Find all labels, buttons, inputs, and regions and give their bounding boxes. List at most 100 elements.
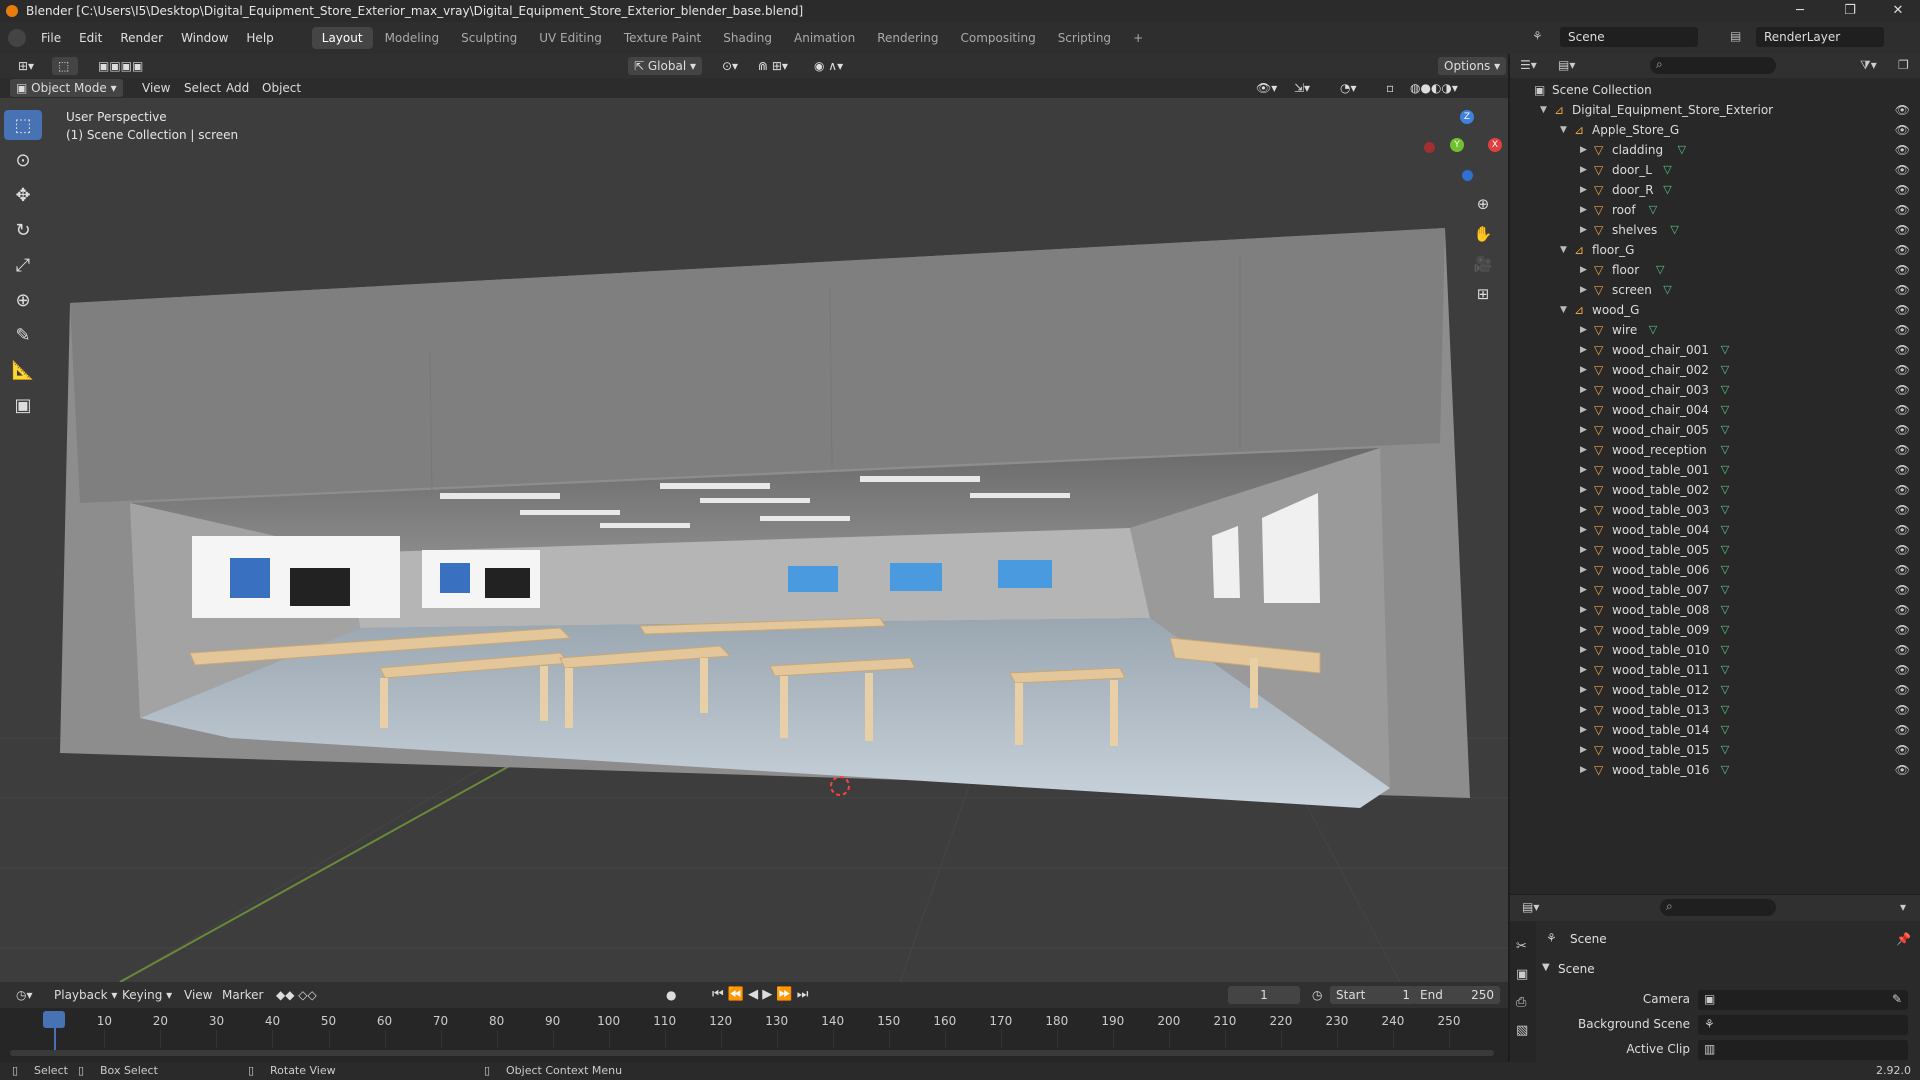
outliner-object-row[interactable]: ▶ ▽ wood_table_016 ▽ 👁 <box>1510 760 1920 780</box>
measure-tool-icon[interactable]: 📐 <box>4 355 42 385</box>
expand-right-icon[interactable]: ▶ <box>1580 180 1587 200</box>
expand-right-icon[interactable]: ▶ <box>1580 720 1587 740</box>
scene-panel-header[interactable]: ▼ Scene <box>1542 960 1912 980</box>
mesh-data-icon[interactable]: ▽ <box>1721 400 1729 420</box>
expand-right-icon[interactable]: ▶ <box>1580 500 1587 520</box>
view-layer-tab-icon[interactable]: ▧ <box>1516 1017 1536 1045</box>
expand-right-icon[interactable]: ▶ <box>1580 540 1587 560</box>
minimize-icon[interactable]: ─ <box>1780 0 1820 22</box>
navigation-gizmo[interactable]: Z X Y <box>1410 108 1502 198</box>
visibility-eye-icon[interactable]: 👁 <box>1895 160 1910 180</box>
outliner-object-row[interactable]: ▶ ▽ door_L ▽ 👁 <box>1510 160 1920 180</box>
outliner-object-row[interactable]: ▶ ▽ screen ▽ 👁 <box>1510 280 1920 300</box>
visibility-eye-icon[interactable]: 👁 <box>1895 280 1910 300</box>
outliner-collection-row[interactable]: ▼ ⊿ floor_G 👁 <box>1510 240 1920 260</box>
outliner-object-row[interactable]: ▶ ▽ floor ▽ 👁 <box>1510 260 1920 280</box>
expand-down-icon[interactable]: ▼ <box>1560 120 1567 140</box>
mesh-data-icon[interactable]: ▽ <box>1663 280 1671 300</box>
mesh-data-icon[interactable]: ▽ <box>1721 580 1729 600</box>
pan-hand-icon[interactable]: ✋ <box>1470 221 1496 247</box>
menu-help[interactable]: Help <box>237 22 282 54</box>
mesh-data-icon[interactable]: ▽ <box>1721 520 1729 540</box>
editor-type-icon[interactable]: ⊞▾ <box>12 57 40 75</box>
expand-right-icon[interactable]: ▶ <box>1580 680 1587 700</box>
mesh-data-icon[interactable]: ▽ <box>1721 680 1729 700</box>
visibility-eye-icon[interactable]: 👁 <box>1895 700 1910 720</box>
tool-tab-icon[interactable]: ✂ <box>1516 933 1536 961</box>
expand-right-icon[interactable]: ▶ <box>1580 620 1587 640</box>
mesh-data-icon[interactable]: ▽ <box>1721 420 1729 440</box>
expand-right-icon[interactable]: ▶ <box>1580 580 1587 600</box>
zoom-icon[interactable]: ⊕ <box>1470 191 1496 217</box>
visibility-eye-icon[interactable]: 👁 <box>1895 320 1910 340</box>
visibility-eye-icon[interactable]: 👁 <box>1895 620 1910 640</box>
visibility-eye-icon[interactable]: 👁 <box>1895 380 1910 400</box>
visibility-eye-icon[interactable]: 👁 <box>1895 520 1910 540</box>
menu-add[interactable]: Add <box>220 79 255 97</box>
tab-texture-paint[interactable]: Texture Paint <box>614 27 711 49</box>
y-axis-icon[interactable]: Y <box>1450 138 1464 152</box>
expand-right-icon[interactable]: ▶ <box>1580 200 1587 220</box>
object-mode-dropdown[interactable]: ▣ Object Mode ▾ <box>10 79 123 97</box>
timeline-editor-icon[interactable]: ◷▾ <box>10 986 39 1004</box>
tab-modeling[interactable]: Modeling <box>375 27 450 49</box>
neg-x-axis-icon[interactable] <box>1424 142 1435 153</box>
properties-options-icon[interactable]: ▾ <box>1900 900 1906 914</box>
visibility-eye-icon[interactable]: 👁 <box>1895 200 1910 220</box>
visibility-eye-icon[interactable]: 👁 <box>1895 440 1910 460</box>
visibility-eye-icon[interactable]: 👁 <box>1895 580 1910 600</box>
mesh-data-icon[interactable]: ▽ <box>1721 660 1729 680</box>
expand-right-icon[interactable]: ▶ <box>1580 220 1587 240</box>
expand-right-icon[interactable]: ▶ <box>1580 520 1587 540</box>
menu-playback[interactable]: Playback ▾ <box>48 986 123 1004</box>
visibility-eye-icon[interactable]: 👁 <box>1895 600 1910 620</box>
outliner-object-row[interactable]: ▶ ▽ wood_table_012 ▽ 👁 <box>1510 680 1920 700</box>
move-tool-icon[interactable]: ✥ <box>4 180 42 210</box>
annotate-tool-icon[interactable]: ✎ <box>4 320 42 350</box>
tab-rendering[interactable]: Rendering <box>867 27 948 49</box>
selection-mode-icons[interactable]: ▣▣▣▣ <box>92 57 149 75</box>
menu-marker[interactable]: Marker <box>216 986 269 1004</box>
tab-compositing[interactable]: Compositing <box>950 27 1045 49</box>
outliner-object-row[interactable]: ▶ ▽ wood_chair_004 ▽ 👁 <box>1510 400 1920 420</box>
tab-layout[interactable]: Layout <box>311 27 373 49</box>
expand-right-icon[interactable]: ▶ <box>1580 360 1587 380</box>
expand-right-icon[interactable]: ▶ <box>1580 400 1587 420</box>
gizmo-toggle-icon[interactable]: ⇲▾ <box>1288 79 1316 97</box>
outliner-collection-row[interactable]: ▼ ⊿ Apple_Store_G 👁 <box>1510 120 1920 140</box>
outliner-collection-row[interactable]: ▼ ⊿ wood_G 👁 <box>1510 300 1920 320</box>
transform-tool-icon[interactable]: ⊕ <box>4 285 42 315</box>
mesh-data-icon[interactable]: ▽ <box>1663 160 1671 180</box>
outliner-object-row[interactable]: ▶ ▽ wood_chair_005 ▽ 👁 <box>1510 420 1920 440</box>
outliner-object-row[interactable]: ▶ ▽ wood_chair_001 ▽ 👁 <box>1510 340 1920 360</box>
tab-animation[interactable]: Animation <box>784 27 865 49</box>
current-frame-field[interactable]: 1 <box>1228 986 1300 1004</box>
tab-uv-editing[interactable]: UV Editing <box>529 27 612 49</box>
expand-down-icon[interactable]: ▼ <box>1560 300 1567 320</box>
visibility-eye-icon[interactable]: 👁 <box>1895 100 1910 120</box>
visibility-eye-icon[interactable]: 👁 <box>1895 140 1910 160</box>
visibility-eye-icon[interactable]: 👁 <box>1895 120 1910 140</box>
pivot-point-icon[interactable]: ⊙▾ <box>716 57 744 75</box>
menu-keying[interactable]: Keying ▾ <box>116 986 178 1004</box>
outliner-object-row[interactable]: ▶ ▽ wood_table_001 ▽ 👁 <box>1510 460 1920 480</box>
expand-right-icon[interactable]: ▶ <box>1580 760 1587 780</box>
z-axis-icon[interactable]: Z <box>1460 110 1474 124</box>
mesh-data-icon[interactable]: ▽ <box>1721 700 1729 720</box>
expand-right-icon[interactable]: ▶ <box>1580 600 1587 620</box>
expand-right-icon[interactable]: ▶ <box>1580 380 1587 400</box>
mesh-data-icon[interactable]: ▽ <box>1663 180 1671 200</box>
visibility-eye-icon[interactable]: 👁 <box>1895 740 1910 760</box>
mesh-data-icon[interactable]: ▽ <box>1721 540 1729 560</box>
outliner-object-row[interactable]: ▶ ▽ roof ▽ 👁 <box>1510 200 1920 220</box>
expand-right-icon[interactable]: ▶ <box>1580 260 1587 280</box>
visibility-eye-icon[interactable]: 👁 <box>1895 300 1910 320</box>
expand-right-icon[interactable]: ▶ <box>1580 460 1587 480</box>
visibility-eye-icon[interactable]: 👁 <box>1895 180 1910 200</box>
outliner-editor-icon[interactable]: ☰▾ <box>1520 58 1537 72</box>
outliner-object-row[interactable]: ▶ ▽ wood_table_004 ▽ 👁 <box>1510 520 1920 540</box>
mesh-data-icon[interactable]: ▽ <box>1721 360 1729 380</box>
properties-editor-icon[interactable]: ▤▾ <box>1522 900 1539 914</box>
mesh-data-icon[interactable]: ▽ <box>1721 440 1729 460</box>
mesh-data-icon[interactable]: ▽ <box>1721 460 1729 480</box>
